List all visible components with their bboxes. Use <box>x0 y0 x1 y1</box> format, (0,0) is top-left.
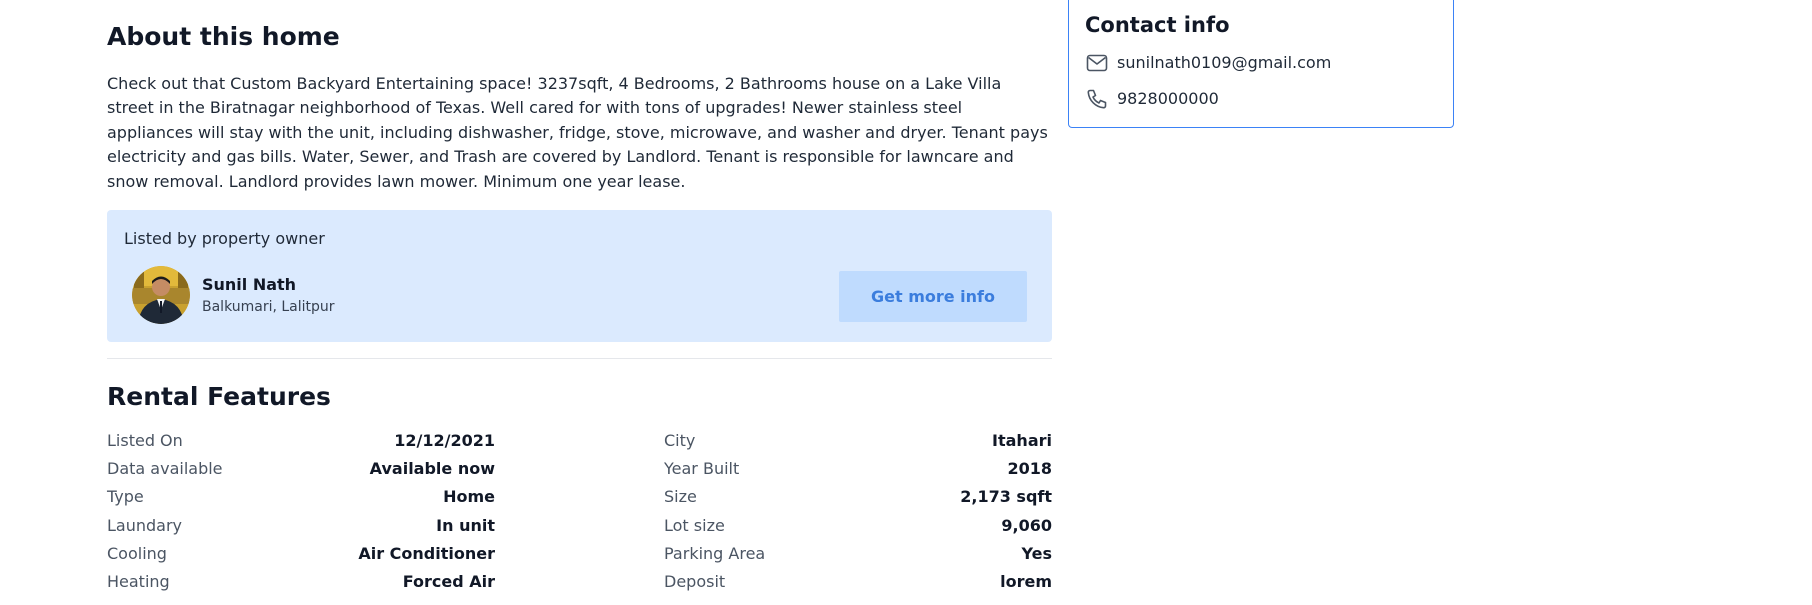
feature-value: Air Conditioner <box>358 543 495 563</box>
feature-value: Home <box>443 487 495 507</box>
about-title: About this home <box>107 22 340 51</box>
feature-label: City <box>664 431 696 450</box>
feature-label: Parking Area <box>664 543 766 563</box>
contact-phone-row[interactable]: 9828000000 <box>1085 86 1435 112</box>
feature-label: Listed On <box>107 431 183 450</box>
phone-icon <box>1085 87 1109 111</box>
user-avatar-photo-icon <box>132 266 190 324</box>
feature-value: Yes <box>1021 543 1053 563</box>
feature-value: 12/12/2021 <box>394 431 495 450</box>
feature-value: 2018 <box>1007 459 1052 479</box>
owner-name: Sunil Nath <box>202 275 297 294</box>
feature-row-parking-area: Parking Area Yes <box>664 544 1052 572</box>
page: About this home Check out that Custom Ba… <box>0 0 1812 605</box>
contact-info-title: Contact info <box>1085 13 1230 37</box>
feature-row-data-available: Data available Available now <box>107 459 495 487</box>
feature-label: Heating <box>107 571 170 591</box>
feature-label: Size <box>664 487 697 507</box>
owner-listing-box: Listed by property owner Sunil Nath Balk… <box>107 210 1052 342</box>
feature-label: Data available <box>107 459 223 479</box>
contact-email-row[interactable]: sunilnath0109@gmail.com <box>1085 50 1435 76</box>
feature-value: 2,173 sqft <box>960 487 1052 507</box>
section-divider <box>107 358 1052 359</box>
feature-row-lot-size: Lot size 9,060 <box>664 516 1052 544</box>
contact-phone[interactable]: 9828000000 <box>1117 89 1219 108</box>
feature-row-city: City Itahari <box>664 431 1052 459</box>
feature-row-heating: Heating Forced Air <box>107 572 495 600</box>
avatar <box>132 266 190 324</box>
home-description: Check out that Custom Backyard Entertain… <box>107 74 1048 191</box>
feature-label: Deposit <box>664 571 726 591</box>
features-left-column: Listed On 12/12/2021 Data available Avai… <box>107 431 495 600</box>
mail-icon <box>1085 51 1109 75</box>
feature-value: Itahari <box>992 431 1052 450</box>
rental-features-title: Rental Features <box>107 382 331 411</box>
feature-value: Forced Air <box>402 571 495 591</box>
feature-value: lorem <box>1000 571 1052 591</box>
owner-location: Balkumari, Lalitpur <box>202 299 335 315</box>
feature-label: Year Built <box>664 459 740 479</box>
feature-label: Cooling <box>107 543 167 563</box>
contact-email[interactable]: sunilnath0109@gmail.com <box>1117 53 1331 72</box>
feature-row-laundary: Laundary In unit <box>107 516 495 544</box>
feature-row-cooling: Cooling Air Conditioner <box>107 544 495 572</box>
feature-value: In unit <box>436 515 495 535</box>
feature-label: Lot size <box>664 515 725 535</box>
feature-row-deposit: Deposit lorem <box>664 572 1052 600</box>
contact-info-card: Contact info sunilnath0109@gmail.com 982… <box>1068 0 1454 128</box>
owner-box-heading: Listed by property owner <box>124 229 325 248</box>
feature-label: Laundary <box>107 515 183 535</box>
feature-value: 9,060 <box>1001 515 1052 535</box>
get-more-info-button[interactable]: Get more info <box>839 271 1027 322</box>
feature-row-year-built: Year Built 2018 <box>664 459 1052 487</box>
features-right-column: City Itahari Year Built 2018 Size 2,173 … <box>664 431 1052 600</box>
feature-row-type: Type Home <box>107 487 495 515</box>
feature-value: Available now <box>369 459 495 479</box>
feature-label: Type <box>107 487 144 507</box>
feature-row-listed-on: Listed On 12/12/2021 <box>107 431 495 459</box>
feature-row-size: Size 2,173 sqft <box>664 487 1052 515</box>
